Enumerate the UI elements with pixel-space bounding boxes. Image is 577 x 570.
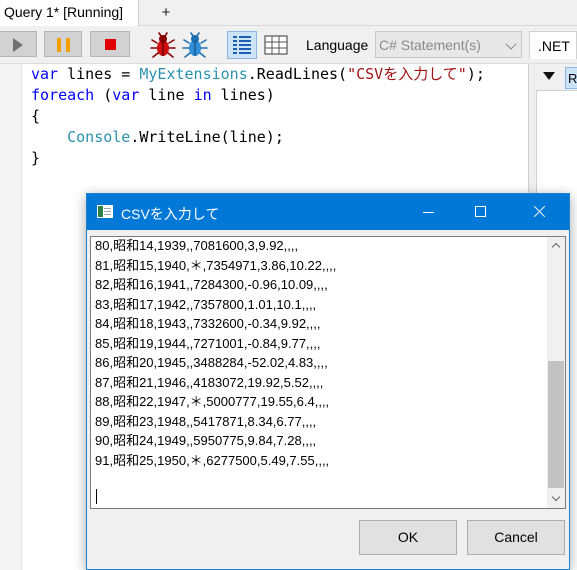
csv-line: 82,昭和16,1941,,7284300,-0.96,10.09,,,, bbox=[95, 277, 328, 292]
bug-off-icon[interactable] bbox=[181, 31, 209, 59]
csv-line: 90,昭和24,1949,,5950775,9.84,7.28,,,, bbox=[95, 433, 317, 448]
csv-line: 91,昭和25,1950,＊,6277500,5.49,7.55,,,, bbox=[95, 452, 330, 468]
code-token: lines = bbox=[58, 65, 140, 83]
code-line: } bbox=[31, 148, 485, 169]
code-token: .ReadLines( bbox=[247, 65, 348, 83]
language-select-value: C# Statement(s) bbox=[379, 37, 481, 53]
code-token: var bbox=[112, 86, 140, 104]
csv-line: 80,昭和14,1939,,7081600,3,9.92,,,, bbox=[95, 238, 299, 253]
pause-button[interactable] bbox=[44, 31, 82, 57]
csv-lines: 80,昭和14,1939,,7081600,3,9.92,,,, 81,昭和15,… bbox=[95, 236, 336, 470]
code-token: { bbox=[31, 107, 41, 125]
tab-label: Query 1* [Running] bbox=[4, 4, 124, 20]
chevron-up-icon bbox=[551, 242, 561, 252]
vertical-scrollbar[interactable] bbox=[547, 237, 565, 508]
code-token: MyExtensions bbox=[139, 65, 248, 83]
code-token: } bbox=[31, 149, 41, 167]
tab-query-1[interactable]: Query 1* [Running] bbox=[0, 0, 139, 26]
code-token: ( bbox=[94, 86, 113, 104]
code-token: "CSVを入力して" bbox=[347, 65, 467, 83]
tab-results[interactable]: R bbox=[565, 67, 577, 89]
csv-line: 84,昭和18,1943,,7332600,-0.34,9.92,,,, bbox=[95, 316, 321, 331]
tab-net[interactable]: .NET bbox=[529, 31, 577, 59]
query-tab-strip: Query 1* [Running] + bbox=[0, 0, 577, 26]
code-text[interactable]: var lines = MyExtensions.ReadLines("CSVを… bbox=[31, 64, 485, 169]
code-token: foreach bbox=[31, 86, 95, 104]
add-tab-button[interactable]: + bbox=[148, 0, 184, 26]
cancel-button[interactable]: Cancel bbox=[467, 520, 565, 555]
maximize-icon bbox=[475, 206, 486, 217]
run-button[interactable] bbox=[0, 31, 37, 57]
dialog-title: CSVを入力して bbox=[121, 206, 220, 222]
window-icon bbox=[97, 205, 113, 218]
code-token: ); bbox=[466, 65, 485, 83]
dialog-titlebar[interactable]: CSVを入力して bbox=[87, 194, 569, 230]
csv-line: 81,昭和15,1940,＊,7354971,3.86,10.22,,,, bbox=[95, 257, 337, 273]
stop-button[interactable] bbox=[90, 31, 130, 57]
language-select[interactable]: C# Statement(s) bbox=[375, 31, 522, 58]
run-icon bbox=[13, 38, 23, 52]
csv-line: 87,昭和21,1946,,4183072,19.92,5.52,,,, bbox=[95, 374, 324, 390]
rich-text-grid-button[interactable] bbox=[227, 31, 257, 59]
collapse-triangle-icon[interactable] bbox=[543, 72, 555, 80]
code-token: lines) bbox=[211, 86, 275, 104]
csv-line: 88,昭和22,1947,＊,5000777,19.55,6.4,,,, bbox=[95, 394, 330, 409]
chevron-down-icon bbox=[551, 492, 561, 502]
scroll-up-button[interactable] bbox=[547, 237, 565, 254]
csv-line: 89,昭和23,1948,,5417871,8.34,6.77,,,, bbox=[95, 413, 317, 429]
code-token: in bbox=[193, 86, 212, 104]
csv-input-dialog: CSVを入力して 80,昭和14,1939,,7081600,3,9.92,,,… bbox=[86, 193, 570, 570]
rich-text-grid-icon bbox=[233, 36, 251, 54]
code-line: Console.WriteLine(line); bbox=[31, 127, 485, 148]
csv-line: 83,昭和17,1942,,7357800,1.01,10.1,,,, bbox=[95, 296, 317, 312]
code-token: Console bbox=[67, 128, 131, 146]
editor-gutter bbox=[0, 64, 22, 570]
code-line: var lines = MyExtensions.ReadLines("CSVを… bbox=[31, 64, 485, 85]
code-token: var bbox=[31, 65, 59, 83]
language-label: Language bbox=[306, 37, 369, 53]
close-button[interactable] bbox=[515, 194, 561, 230]
code-line: foreach (var line in lines) bbox=[31, 85, 485, 106]
csv-line: 85,昭和19,1944,,7271001,-0.84,9.77,,,, bbox=[95, 335, 321, 351]
code-token: line bbox=[139, 86, 194, 104]
data-grid-icon[interactable] bbox=[262, 31, 290, 59]
code-line: { bbox=[31, 106, 485, 127]
chevron-down-icon bbox=[505, 38, 517, 50]
toolbar: Language C# Statement(s) .NET bbox=[0, 26, 577, 64]
maximize-button[interactable] bbox=[457, 194, 503, 230]
code-token: .WriteLine(line); bbox=[130, 128, 284, 146]
scroll-down-button[interactable] bbox=[547, 491, 565, 508]
csv-line: 86,昭和20,1945,,3488284,-52.02,4.83,,,, bbox=[95, 355, 328, 370]
bug-icon[interactable] bbox=[149, 31, 177, 59]
stop-icon bbox=[105, 39, 116, 50]
scroll-thumb[interactable] bbox=[548, 361, 564, 488]
minimize-button[interactable] bbox=[405, 194, 451, 230]
csv-textarea[interactable]: 80,昭和14,1939,,7081600,3,9.92,,,, 81,昭和15,… bbox=[90, 236, 566, 509]
text-caret bbox=[96, 489, 97, 504]
ok-button[interactable]: OK bbox=[359, 520, 457, 555]
minimize-icon bbox=[423, 212, 434, 213]
